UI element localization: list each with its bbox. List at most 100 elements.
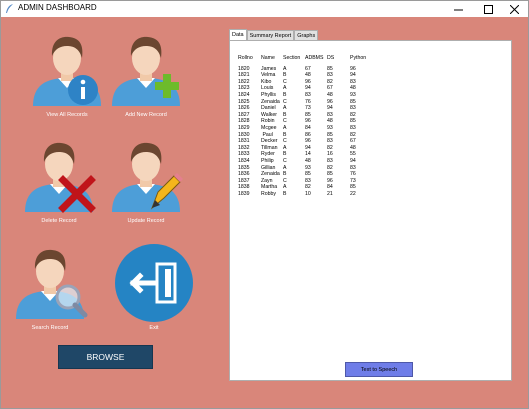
maximize-icon xyxy=(483,4,493,14)
table-cell: Zayn xyxy=(261,177,273,184)
exit-door-icon xyxy=(115,244,193,322)
table-cell: A xyxy=(283,164,287,171)
table-cell: 82 xyxy=(327,78,333,85)
table-cell: Decker xyxy=(261,138,278,145)
table-cell: Robby xyxy=(261,190,276,197)
update-record-button[interactable]: Update Record xyxy=(106,134,186,226)
table-cell: 94 xyxy=(350,72,356,79)
table-cell: 48 xyxy=(305,157,311,164)
table-cell: 73 xyxy=(305,105,311,112)
table-cell: 86 xyxy=(305,131,311,138)
close-icon xyxy=(509,4,519,14)
table-cell: Kibo xyxy=(261,78,272,85)
table-cell: Walker xyxy=(261,111,277,118)
table-body: 1820 James A 67 85 96 1821 Velma B 48 83 94 1822 Kibo… xyxy=(238,66,380,198)
table-cell: 1830 xyxy=(238,131,250,138)
header-name: Name xyxy=(261,55,275,61)
update-record-label: Update Record xyxy=(127,218,165,224)
table-cell: 82 xyxy=(350,131,356,138)
table-cell: 1822 xyxy=(238,78,250,85)
table-cell: C xyxy=(283,138,287,145)
header-rollno: Rollno xyxy=(238,55,253,61)
table-cell: 83 xyxy=(305,91,311,98)
table-cell: 83 xyxy=(350,124,356,131)
table-cell: 85 xyxy=(327,171,333,178)
table-cell: 1834 xyxy=(238,157,250,164)
window-title: ADMIN DASHBOARD xyxy=(18,3,97,12)
table-cell: 1836 xyxy=(238,171,250,178)
search-record-button[interactable]: Search Record xyxy=(10,241,90,333)
delete-record-button[interactable]: Delete Record xyxy=(19,134,99,226)
table-cell: 83 xyxy=(327,138,333,145)
table-cell: 96 xyxy=(350,65,356,72)
table-cell: 83 xyxy=(327,157,333,164)
title-bar: ADMIN DASHBOARD xyxy=(1,1,528,17)
table-cell: A xyxy=(283,65,287,72)
table-cell: 94 xyxy=(305,85,311,92)
table-cell: 85 xyxy=(305,171,311,178)
maximize-button[interactable] xyxy=(474,1,502,17)
table-cell: 83 xyxy=(327,72,333,79)
table-cell: 76 xyxy=(350,171,356,178)
data-panel: Rollno Name Section ADBMS DS Python 1820… xyxy=(229,40,512,381)
table-row: 1822 Kibo C 96 82 83 xyxy=(238,79,380,86)
table-cell: B xyxy=(283,171,287,178)
table-cell: 83 xyxy=(350,164,356,171)
table-cell: 83 xyxy=(305,177,311,184)
table-cell: 1825 xyxy=(238,98,250,105)
table-cell: 83 xyxy=(350,78,356,85)
table-cell: 85 xyxy=(350,118,356,125)
table-cell: 93 xyxy=(305,164,311,171)
table-cell: 1823 xyxy=(238,85,250,92)
exit-label: Exit xyxy=(149,325,159,331)
table-cell: 10 xyxy=(305,190,311,197)
table-cell: B xyxy=(283,72,287,79)
user-search-icon xyxy=(16,249,88,319)
table-cell: 76 xyxy=(305,98,311,105)
table-cell: B xyxy=(283,131,287,138)
view-all-records-button[interactable]: View All Records xyxy=(27,28,107,120)
table-cell: 94 xyxy=(350,157,356,164)
table-cell: 48 xyxy=(350,144,356,151)
table-cell: 14 xyxy=(305,151,311,158)
table-cell: 48 xyxy=(305,72,311,79)
data-notebook: Data Summary Report Graphs Rollno Name S… xyxy=(229,29,512,381)
table-cell: Robin xyxy=(261,118,275,125)
view-all-records-label: View All Records xyxy=(46,112,88,118)
table-cell: Louis xyxy=(261,85,274,92)
table-cell: 82 xyxy=(350,111,356,118)
table-cell: 85 xyxy=(305,111,311,118)
table-cell: Paul xyxy=(261,131,273,138)
table-row: 1820 James A 67 85 96 xyxy=(238,66,380,73)
text-to-speech-button[interactable]: Text to Speech xyxy=(345,362,413,377)
table-row: 1835 Gillian A 93 82 83 xyxy=(238,165,380,172)
feather-app-icon xyxy=(6,4,13,13)
table-cell: Daniel xyxy=(261,105,276,112)
table-cell: A xyxy=(283,184,287,191)
table-cell: B xyxy=(283,190,287,197)
table-row: 1839 Robby B 10 21 22 xyxy=(238,191,380,198)
close-button[interactable] xyxy=(500,1,528,17)
exit-button[interactable]: Exit xyxy=(113,244,195,333)
browse-button[interactable]: BROWSE xyxy=(58,345,153,369)
table-cell: 1828 xyxy=(238,118,250,125)
table-row: 1824 Phyllis B 83 48 93 xyxy=(238,92,380,99)
minimize-button[interactable] xyxy=(444,1,472,17)
table-cell: 1837 xyxy=(238,177,250,184)
table-cell: 1832 xyxy=(238,144,250,151)
table-cell: 1838 xyxy=(238,184,250,191)
table-cell: 82 xyxy=(327,164,333,171)
table-cell: Phyllis xyxy=(261,91,276,98)
table-cell: 84 xyxy=(327,184,333,191)
table-cell: A xyxy=(283,105,287,112)
table-cell: 83 xyxy=(327,111,333,118)
table-cell: 1824 xyxy=(238,91,250,98)
add-new-record-label: Add New Record xyxy=(125,112,167,118)
table-row: 1829 Mcgee A 84 93 83 xyxy=(238,125,380,132)
add-new-record-button[interactable]: Add New Record xyxy=(106,28,186,120)
table-cell: 67 xyxy=(305,65,311,72)
user-edit-icon xyxy=(112,142,183,212)
table-cell: 96 xyxy=(327,177,333,184)
table-cell: C xyxy=(283,98,287,105)
table-cell: James xyxy=(261,65,277,72)
